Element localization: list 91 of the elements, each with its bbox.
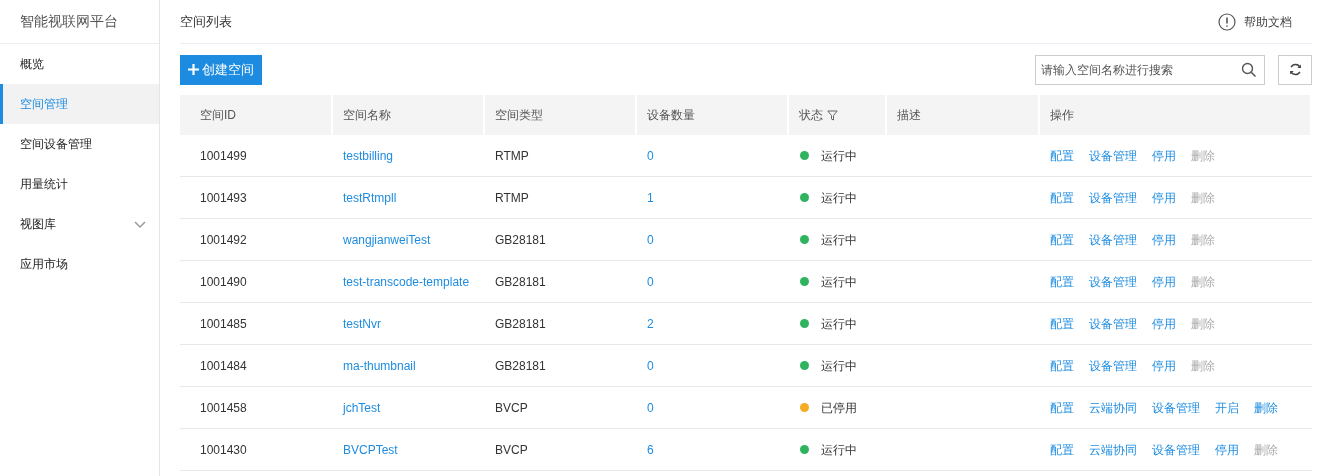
action-link[interactable]: 停用 <box>1152 188 1176 207</box>
action-link[interactable]: 停用 <box>1152 314 1176 333</box>
device-count-link[interactable]: 0 <box>647 230 654 249</box>
action-link[interactable]: 设备管理 <box>1089 272 1137 291</box>
space-name-link[interactable]: testNvr <box>343 314 381 333</box>
refresh-button[interactable] <box>1278 54 1312 85</box>
action-link[interactable]: 配置 <box>1050 188 1074 207</box>
action-link[interactable]: 停用 <box>1152 272 1176 291</box>
device-count-link[interactable]: 6 <box>647 440 654 459</box>
action-link[interactable]: 停用 <box>1215 440 1239 459</box>
plus-icon <box>188 64 199 75</box>
action-link[interactable]: 停用 <box>1152 356 1176 375</box>
device-count-link[interactable]: 2 <box>647 314 654 333</box>
table-cell-text: 1001430 <box>200 441 247 459</box>
status-text: 运行中 <box>821 441 857 459</box>
space-name-link[interactable]: BVCPTest <box>343 440 398 459</box>
action-link[interactable]: 配置 <box>1050 230 1074 249</box>
space-name-link[interactable]: wangjianweiTest <box>343 230 431 249</box>
action-link[interactable]: 停用 <box>1152 230 1176 249</box>
action-link[interactable]: 设备管理 <box>1089 230 1137 249</box>
device-count-link[interactable]: 1 <box>647 188 654 207</box>
table-cell-text: BVCP <box>495 399 528 417</box>
page-title: 空间列表 <box>180 12 232 31</box>
status-text: 运行中 <box>821 357 857 375</box>
sidebar-item[interactable]: 视图库 <box>0 204 159 244</box>
action-link[interactable]: 删除 <box>1254 398 1278 417</box>
sidebar-item[interactable]: 空间管理 <box>0 84 159 124</box>
action-link[interactable]: 配置 <box>1050 146 1074 165</box>
action-link[interactable]: 配置 <box>1050 440 1074 459</box>
table-cell-text: GB28181 <box>495 315 546 333</box>
filter-icon <box>827 109 838 121</box>
status-text: 运行中 <box>821 315 857 333</box>
column-header: 描述 <box>887 95 1040 135</box>
action-link[interactable]: 设备管理 <box>1089 314 1137 333</box>
table-cell-text: RTMP <box>495 189 529 207</box>
table-cell-text: RTMP <box>495 147 529 165</box>
table-cell-text: 1001485 <box>200 315 247 333</box>
status-text: 运行中 <box>821 273 857 291</box>
action-link[interactable]: 云端协同 <box>1089 440 1137 459</box>
table-cell-text: BVCP <box>495 441 528 459</box>
action-link[interactable]: 配置 <box>1050 314 1074 333</box>
table-cell-text: 1001490 <box>200 273 247 291</box>
status-text: 运行中 <box>821 189 857 207</box>
action-link[interactable]: 设备管理 <box>1089 188 1137 207</box>
action-link[interactable]: 停用 <box>1152 146 1176 165</box>
column-header: 状态 <box>789 95 887 135</box>
space-name-link[interactable]: testRtmpll <box>343 188 397 207</box>
column-header: 操作 <box>1040 95 1312 135</box>
create-button[interactable]: 创建空间 <box>180 54 262 85</box>
status-text: 已停用 <box>821 399 857 417</box>
space-name-link[interactable]: test-transcode-template <box>343 272 470 291</box>
column-header: 设备数量 <box>637 95 789 135</box>
action-link[interactable]: 设备管理 <box>1089 356 1137 375</box>
space-name-link[interactable]: jchTest <box>343 398 381 417</box>
column-header: 空间ID <box>180 95 333 135</box>
device-count-link[interactable]: 0 <box>647 356 654 375</box>
device-count-link[interactable]: 0 <box>647 146 654 165</box>
device-count-link[interactable]: 0 <box>647 272 654 291</box>
space-name-link[interactable]: testbilling <box>343 146 394 165</box>
table-cell-text: GB28181 <box>495 357 546 375</box>
sidebar-item[interactable]: 应用市场 <box>0 244 159 284</box>
status-text: 运行中 <box>821 231 857 249</box>
action-link[interactable]: 设备管理 <box>1152 398 1200 417</box>
refresh-icon <box>1288 63 1302 76</box>
action-link[interactable]: 配置 <box>1050 398 1074 417</box>
sidebar-item[interactable]: 空间设备管理 <box>0 124 159 164</box>
table-cell-text: 1001499 <box>200 147 247 165</box>
sidebar-item[interactable]: 用量统计 <box>0 164 159 204</box>
table-cell-text: GB28181 <box>495 231 546 249</box>
brand-title: 智能视联网平台 <box>20 12 118 31</box>
table-cell-text: 1001492 <box>200 231 247 249</box>
space-name-link[interactable]: ma-thumbnail <box>343 356 416 375</box>
action-link[interactable]: 设备管理 <box>1089 146 1137 165</box>
help-link[interactable]: 帮助文档 <box>1244 12 1292 31</box>
action-link[interactable]: 开启 <box>1215 398 1239 417</box>
column-header: 空间名称 <box>333 95 485 135</box>
column-header: 空间类型 <box>485 95 637 135</box>
status-text: 运行中 <box>821 147 857 165</box>
info-icon <box>1218 12 1236 31</box>
table-cell-text: 1001484 <box>200 357 247 375</box>
table-cell-text: 1001458 <box>200 399 247 417</box>
table-cell-text: GB28181 <box>495 273 546 291</box>
action-link[interactable]: 配置 <box>1050 356 1074 375</box>
action-link[interactable]: 配置 <box>1050 272 1074 291</box>
device-count-link[interactable]: 0 <box>647 398 654 417</box>
action-link[interactable]: 设备管理 <box>1152 440 1200 459</box>
table-cell-text: 1001493 <box>200 189 247 207</box>
sidebar-item[interactable]: 概览 <box>0 44 159 84</box>
action-link[interactable]: 云端协同 <box>1089 398 1137 417</box>
search-field[interactable]: 请输入空间名称进行搜索 <box>1035 54 1265 85</box>
search-icon <box>1241 61 1257 78</box>
